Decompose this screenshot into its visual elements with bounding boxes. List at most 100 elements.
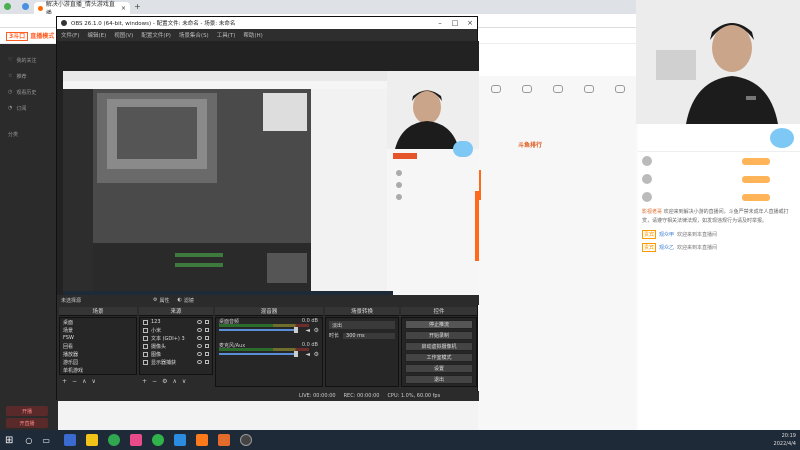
gift-item[interactable] <box>552 85 563 93</box>
browser-back-icon[interactable] <box>4 3 11 10</box>
visibility-eye-icon[interactable] <box>197 328 202 332</box>
gift-item[interactable] <box>490 85 501 93</box>
menu-profile[interactable]: 配置文件(P) <box>141 31 171 39</box>
start-stream-button[interactable]: 开播 <box>6 406 48 416</box>
move-up-icon[interactable]: ∧ <box>82 378 86 385</box>
fader-handle[interactable] <box>294 327 298 333</box>
menu-file[interactable]: 文件(F) <box>61 31 79 39</box>
rank-row[interactable] <box>638 188 800 206</box>
source-item[interactable]: 显示器捕获 <box>140 358 212 366</box>
remove-scene-icon[interactable]: − <box>72 378 77 385</box>
lock-icon[interactable] <box>205 336 209 340</box>
source-settings-icon[interactable]: ⚙ <box>162 378 167 385</box>
scene-item[interactable]: 单机游戏 <box>60 366 136 374</box>
speaker-icon[interactable]: ◄ <box>305 351 310 358</box>
sidebar-item-recommend[interactable]: ☆ 推荐 <box>0 68 58 84</box>
scene-item[interactable]: 回看 <box>60 342 136 350</box>
scene-item[interactable]: 播放器 <box>60 350 136 358</box>
chat-author[interactable]: 观众甲 <box>659 231 674 238</box>
duration-input[interactable]: 300 ms <box>343 332 395 339</box>
douyu-icon[interactable] <box>195 434 208 446</box>
site-logo[interactable]: 3斗口 直播模式 <box>6 31 54 41</box>
lock-icon[interactable] <box>205 344 209 348</box>
move-down-icon[interactable]: ∨ <box>182 378 186 385</box>
lock-icon[interactable] <box>205 360 209 364</box>
sidebar-item-history[interactable]: ◷ 观看历史 <box>0 84 58 100</box>
system-clock[interactable]: 20:19 2022/4/4 <box>774 432 796 448</box>
source-item[interactable]: 123 <box>140 318 212 326</box>
rank-row[interactable] <box>638 170 800 188</box>
rank-banner[interactable]: 斗鱼排行 <box>518 140 542 149</box>
menu-scene-collection[interactable]: 场景集合(S) <box>179 31 209 39</box>
transition-select[interactable]: 淡出 <box>329 321 395 329</box>
minimize-icon[interactable]: – <box>433 17 447 29</box>
search-icon[interactable]: ○ <box>25 436 32 445</box>
obs-preview-canvas[interactable] <box>57 41 479 303</box>
volume-fader[interactable] <box>219 329 297 331</box>
stop-streaming-button[interactable]: 停止推流 <box>405 320 473 329</box>
browser-reload-icon[interactable] <box>22 3 29 10</box>
app-icon[interactable] <box>63 434 76 446</box>
move-up-icon[interactable]: ∧ <box>172 378 176 385</box>
sidebar-item-follow[interactable]: ♡ 我的关注 <box>0 52 58 68</box>
obs-icon[interactable] <box>239 434 252 446</box>
app-icon[interactable] <box>217 434 230 446</box>
gift-item[interactable] <box>615 85 626 93</box>
chat-author[interactable]: 观众乙 <box>659 244 674 251</box>
app-icon[interactable] <box>107 434 120 446</box>
menu-view[interactable]: 视图(V) <box>114 31 133 39</box>
lock-icon[interactable] <box>205 320 209 324</box>
source-item[interactable]: 摄像头 <box>140 342 212 350</box>
scene-item[interactable]: 场景 <box>60 326 136 334</box>
start-icon[interactable]: ⊞ <box>5 435 13 446</box>
tab-close-icon[interactable]: × <box>121 5 126 12</box>
scene-item[interactable]: 桌面 <box>60 318 136 326</box>
visibility-eye-icon[interactable] <box>197 344 202 348</box>
rank-row[interactable] <box>638 152 800 170</box>
start-recording-button[interactable]: 开始录制 <box>405 331 473 340</box>
studio-mode-button[interactable]: 工作室模式 <box>405 353 473 362</box>
properties-button[interactable]: ⚙ 属性 <box>153 297 170 304</box>
wechat-icon[interactable] <box>151 434 164 446</box>
visibility-eye-icon[interactable] <box>197 336 202 340</box>
task-view-icon[interactable]: ▭ <box>42 436 50 445</box>
mixer-gear-icon[interactable]: ⚙ <box>314 351 319 358</box>
fader-handle[interactable] <box>294 351 298 357</box>
exit-button[interactable]: 退出 <box>405 375 473 384</box>
app-icon[interactable] <box>129 434 142 446</box>
folder-icon[interactable] <box>85 434 98 446</box>
mixer-gear-icon[interactable]: ⚙ <box>314 327 319 334</box>
chat-author[interactable]: 影视老哥 <box>642 209 662 215</box>
menu-help[interactable]: 帮助(H) <box>243 31 262 39</box>
remove-source-icon[interactable]: − <box>152 378 157 385</box>
app-icon[interactable] <box>173 434 186 446</box>
maximize-icon[interactable]: □ <box>448 17 462 29</box>
filters-button[interactable]: ◐ 滤镜 <box>178 297 194 304</box>
source-item[interactable]: 小米 <box>140 326 212 334</box>
menu-tools[interactable]: 工具(T) <box>217 31 236 39</box>
lock-icon[interactable] <box>205 328 209 332</box>
browser-tab-active[interactable]: 解决小游直播_情头游戏直播 × <box>34 1 130 17</box>
go-live-button[interactable]: 开直播 <box>6 418 48 428</box>
new-tab-button[interactable]: + <box>134 2 141 11</box>
source-item[interactable]: 文本 (GDI+) 3 <box>140 334 212 342</box>
gift-item[interactable] <box>584 85 595 93</box>
scene-item[interactable]: 游乐园 <box>60 358 136 366</box>
add-source-icon[interactable]: + <box>142 378 147 385</box>
settings-button[interactable]: 设置 <box>405 364 473 373</box>
add-scene-icon[interactable]: + <box>62 378 67 385</box>
move-down-icon[interactable]: ∨ <box>91 378 95 385</box>
close-icon[interactable]: × <box>463 17 477 29</box>
sidebar-item-subscribe[interactable]: ◔ 订阅 <box>0 100 58 116</box>
speaker-icon[interactable]: ◄ <box>305 327 310 334</box>
lock-icon[interactable] <box>205 352 209 356</box>
scene-item[interactable]: FSW <box>60 334 136 342</box>
volume-fader[interactable] <box>219 353 297 355</box>
visibility-eye-icon[interactable] <box>197 360 202 364</box>
visibility-eye-icon[interactable] <box>197 352 202 356</box>
virtual-camera-button[interactable]: 启动虚拟摄像机 <box>405 342 473 351</box>
source-item[interactable]: 图像 <box>140 350 212 358</box>
menu-edit[interactable]: 编辑(E) <box>87 31 106 39</box>
visibility-eye-icon[interactable] <box>197 320 202 324</box>
event-badge[interactable] <box>770 128 794 148</box>
